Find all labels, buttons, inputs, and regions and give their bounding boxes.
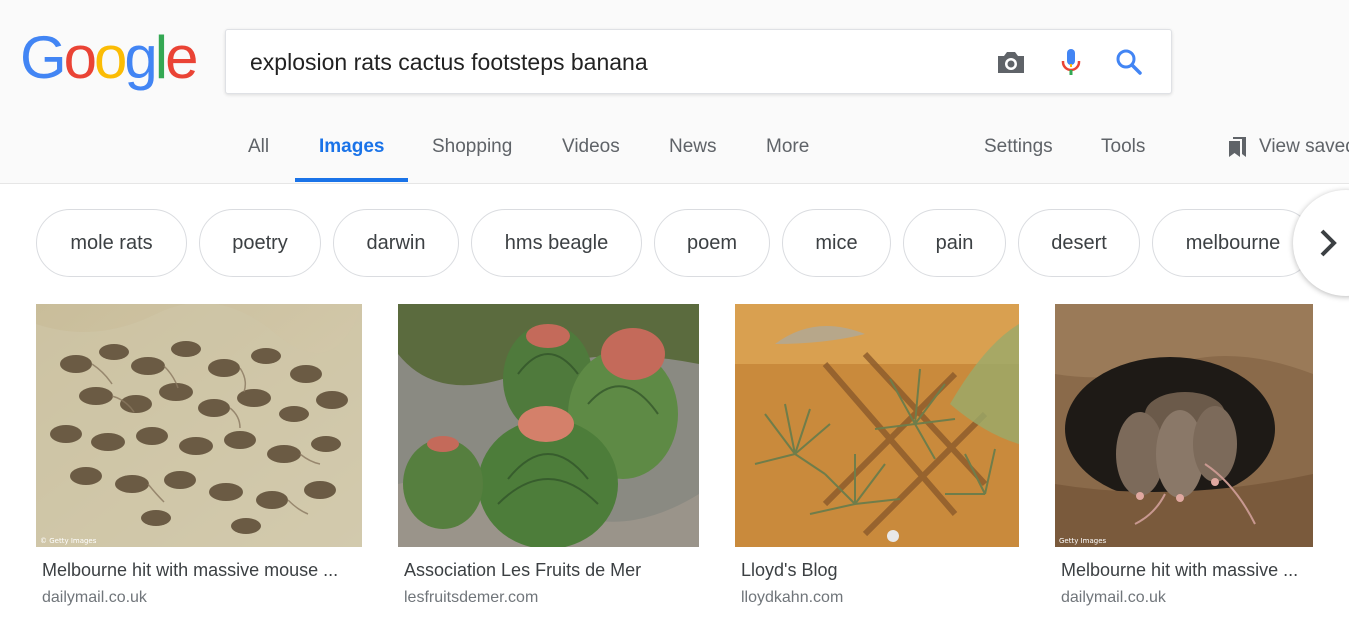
logo-letter: l — [154, 24, 168, 91]
result-domain: lloydkahn.com — [741, 589, 844, 606]
result-thumbnail[interactable] — [735, 304, 1019, 547]
chips-next-button[interactable] — [1293, 190, 1349, 296]
microphone-icon[interactable] — [1054, 45, 1088, 79]
mice-in-burrow-photo: Getty Images — [1055, 304, 1313, 547]
chip-darwin[interactable]: darwin — [333, 209, 459, 277]
tab-all[interactable]: All — [248, 136, 269, 158]
air-plants-photo — [735, 304, 1019, 547]
chip-desert[interactable]: desert — [1018, 209, 1140, 277]
camera-icon[interactable] — [994, 45, 1028, 79]
google-logo[interactable]: Google — [20, 28, 199, 88]
logo-letter: G — [20, 24, 67, 91]
svg-text:© Getty Images: © Getty Images — [40, 537, 97, 545]
tab-news[interactable]: News — [669, 136, 717, 158]
logo-letter: o — [63, 24, 97, 91]
result-title[interactable]: Melbourne hit with massive ... — [1061, 560, 1313, 581]
result-domain: lesfruitsdemer.com — [404, 589, 539, 606]
chip-mole-rats[interactable]: mole rats — [36, 209, 187, 277]
bookmark-icon — [1229, 137, 1246, 157]
result-title[interactable]: Lloyd's Blog — [741, 560, 1019, 581]
search-icon[interactable] — [1112, 45, 1146, 79]
svg-text:Getty Images: Getty Images — [1059, 537, 1107, 545]
header-bar: Google explosion rats cactus footsteps b… — [0, 0, 1349, 184]
result-thumbnail[interactable]: © Getty Images — [36, 304, 362, 547]
tab-videos[interactable]: Videos — [562, 136, 620, 158]
chip-pain[interactable]: pain — [903, 209, 1006, 277]
chip-mice[interactable]: mice — [782, 209, 891, 277]
tab-shopping[interactable]: Shopping — [432, 136, 512, 158]
search-box[interactable]: explosion rats cactus footsteps banana — [225, 29, 1172, 94]
active-tab-indicator — [295, 178, 408, 182]
result-thumbnail[interactable] — [398, 304, 699, 547]
chip-poem[interactable]: poem — [654, 209, 770, 277]
chip-poetry[interactable]: poetry — [199, 209, 321, 277]
search-input[interactable]: explosion rats cactus footsteps banana — [250, 49, 648, 76]
tab-images[interactable]: Images — [319, 136, 384, 158]
chip-melbourne[interactable]: melbourne — [1152, 209, 1314, 277]
tab-more[interactable]: More — [766, 136, 809, 158]
result-thumbnail[interactable]: Getty Images — [1055, 304, 1313, 547]
logo-letter: g — [124, 24, 157, 91]
result-domain: dailymail.co.uk — [42, 589, 147, 606]
chip-hms-beagle[interactable]: hms beagle — [471, 209, 642, 277]
tools-link[interactable]: Tools — [1101, 136, 1145, 158]
result-title[interactable]: Melbourne hit with massive mouse ... — [42, 560, 358, 581]
logo-letter: o — [94, 24, 127, 91]
settings-link[interactable]: Settings — [984, 136, 1053, 158]
barrel-cactus-photo — [398, 304, 699, 547]
result-title[interactable]: Association Les Fruits de Mer — [404, 560, 699, 581]
chevron-right-icon — [1320, 229, 1337, 257]
mouse-plague-photo: © Getty Images — [36, 304, 362, 547]
result-domain: dailymail.co.uk — [1061, 589, 1166, 606]
logo-letter: e — [165, 24, 198, 91]
view-saved-label: View saved — [1259, 136, 1349, 157]
